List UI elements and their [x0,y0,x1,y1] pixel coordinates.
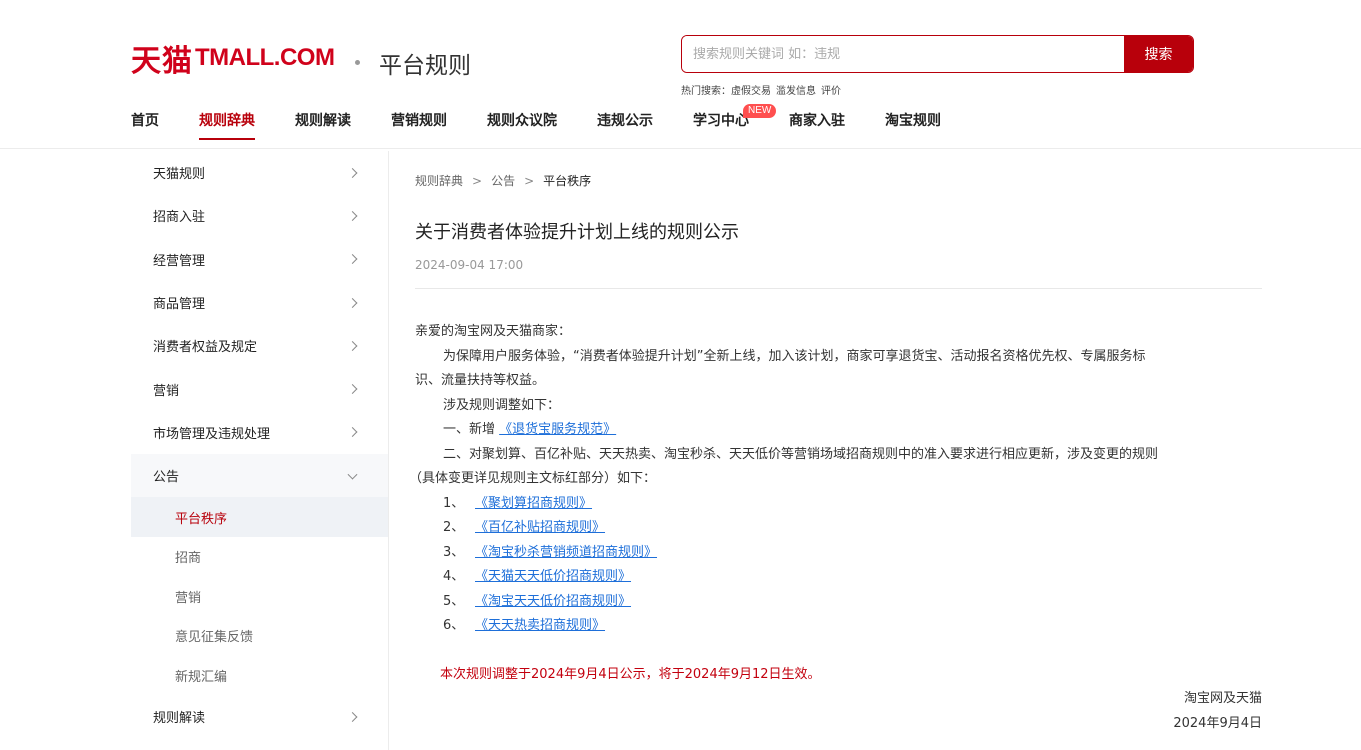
sidebar-item-label: 营销 [153,383,180,399]
paragraph-cont: 识、流量扶持等权益。 [415,373,546,388]
breadcrumb: 规则辞典 > 公告 > 平台秩序 [415,172,591,189]
sidebar-subitem-recruitment[interactable]: 招商 [131,537,388,577]
list-num: 1、 [443,495,465,511]
hot-term-3[interactable]: 评价 [821,86,841,97]
nav-rule-dictionary[interactable]: 规则辞典 [199,110,255,140]
list-num: 2、 [443,520,465,535]
search-button[interactable]: 搜索 [1124,36,1193,72]
sidebar-item-label: 招商入驻 [153,210,206,226]
juhuasuan-rule-link[interactable]: 《聚划算招商规则》 [475,496,592,511]
nav-violation-notice[interactable]: 违规公示 [597,110,653,140]
sidebar-item-marketing[interactable]: 营销 [131,367,388,410]
sidebar-subitem-marketing[interactable]: 营销 [131,576,388,616]
breadcrumb-separator: > [524,174,535,188]
nav-taobao-rules[interactable]: 淘宝规则 [885,110,941,140]
sidebar-item-label: 消费者权益及规定 [153,340,258,356]
signature-date: 2024年9月4日 [1173,715,1262,731]
hot-search: 热门搜索：虚假交易 滥发信息 评价 [681,82,846,97]
list-num: 3、 [443,544,465,560]
chevron-right-icon [347,210,358,221]
nav-learning-center[interactable]: 学习中心 NEW [693,104,777,140]
list-item: 4、 《天猫天天低价招商规则》 [415,565,1262,590]
nav-marketing-rules[interactable]: 营销规则 [391,110,447,140]
new-badge: NEW [743,104,777,118]
nav-rule-council[interactable]: 规则众议院 [487,110,557,140]
sidebar-item-product-management[interactable]: 商品管理 [131,281,388,324]
billion-subsidy-rule-link[interactable]: 《百亿补贴招商规则》 [475,520,605,535]
hot-term-1[interactable]: 虚假交易 [731,86,771,97]
sidebar-item-label: 商品管理 [153,297,206,313]
chevron-right-icon [347,427,358,438]
sidebar-item-label: 市场管理及违规处理 [153,426,271,442]
list-num: 6、 [443,618,465,633]
article-body: 亲爱的淘宝网及天猫商家： 为保障用户服务体验，“消费者体验提升计划”全新上线，加… [409,320,1262,736]
logo-cn-text: 天猫 [131,44,193,79]
sidebar-item-label: 公告 [153,470,180,486]
list-item: 2、 《百亿补贴招商规则》 [415,516,1262,541]
main-nav: 首页 规则辞典 规则解读 营销规则 规则众议院 违规公示 学习中心 NEW 商家… [131,104,981,142]
sidebar-item-rule-interpretation[interactable]: 规则解读 [131,695,388,738]
list-num: 4、 [443,569,465,584]
breadcrumb-separator: > [472,174,483,188]
chevron-right-icon [347,340,358,351]
chevron-right-icon [347,711,358,722]
article-title: 关于消费者体验提升计划上线的规则公示 [415,222,739,243]
chevron-right-icon [347,384,358,395]
list-item: 5、 《淘宝天天低价招商规则》 [415,590,1262,615]
sidebar-item-market-management[interactable]: 市场管理及违规处理 [131,411,388,454]
effective-notice: 本次规则调整于2024年9月4日公示，将于2024年9月12日生效。 [440,666,821,682]
greeting: 亲爱的淘宝网及天猫商家： [415,324,572,339]
breadcrumb-item[interactable]: 公告 [491,174,515,188]
sidebar-item-label: 天猫规则 [153,167,206,183]
divider [415,288,1262,289]
list-item: 3、 《淘宝秒杀营销频道招商规则》 [415,541,1262,566]
hot-search-label: 热门搜索： [681,86,731,97]
logo-separator-dot [355,60,360,65]
taobao-daily-low-price-rule-link[interactable]: 《淘宝天天低价招商规则》 [475,594,631,609]
list-num: 5、 [443,593,465,609]
sidebar-item-consumer-rights[interactable]: 消费者权益及规定 [131,324,388,367]
logo-en-text: TMALL.COM [195,44,335,71]
sidebar: 天猫规则 招商入驻 经营管理 商品管理 消费者权益及规定 营销 市场管理及违规处… [131,151,389,750]
page-header: 天猫 TMALL.COM 平台规则 搜索 热门搜索：虚假交易滥发信息评价 首页 … [0,0,1361,149]
nav-rule-interpretation[interactable]: 规则解读 [295,110,351,140]
item-two-cont: （具体变更详见规则主文标红部分）如下： [409,471,657,486]
sidebar-item-label: 经营管理 [153,253,206,269]
search-box: 搜索 [681,35,1194,73]
chevron-down-icon [347,469,358,480]
nav-learning-center-label: 学习中心 [693,113,749,129]
item-one-prefix: 一、新增 [443,422,500,437]
chevron-right-icon [347,167,358,178]
item-one: 一、新增 《退货宝服务规范》 [415,418,1262,443]
chevron-right-icon [347,254,358,265]
sidebar-subitem-platform-order[interactable]: 平台秩序 [131,497,388,537]
return-insurance-rule-link[interactable]: 《退货宝服务规范》 [499,422,616,437]
list-item: 1、 《聚划算招商规则》 [415,492,1262,517]
daily-hot-sale-rule-link[interactable]: 《天天热卖招商规则》 [475,618,605,633]
sidebar-subitem-feedback[interactable]: 意见征集反馈 [131,616,388,656]
nav-merchant-entry[interactable]: 商家入驻 [789,110,845,140]
taobao-flash-sale-rule-link[interactable]: 《淘宝秒杀营销频道招商规则》 [475,545,657,560]
breadcrumb-current: 平台秩序 [543,174,592,188]
signature-org: 淘宝网及天猫 [1183,691,1262,706]
chevron-right-icon [347,297,358,308]
paragraph: 为保障用户服务体验，“消费者体验提升计划”全新上线，加入该计划，商家可享退货宝、… [443,348,1146,364]
breadcrumb-item[interactable]: 规则辞典 [415,174,463,188]
search-input[interactable] [682,36,1124,72]
sidebar-item-announcements[interactable]: 公告 [131,454,388,498]
sidebar-item-tmall-rules[interactable]: 天猫规则 [131,151,388,194]
hot-term-2[interactable]: 滥发信息 [776,86,816,97]
sidebar-item-merchant-entry[interactable]: 招商入驻 [131,194,388,237]
paragraph: 涉及规则调整如下： [443,397,561,413]
article-date: 2024-09-04 17:00 [415,258,524,272]
sidebar-item-operations[interactable]: 经营管理 [131,238,388,281]
platform-rules-title: 平台规则 [379,53,471,79]
sidebar-item-label: 规则解读 [153,711,206,727]
list-item: 6、 《天天热卖招商规则》 [415,614,1262,639]
nav-home[interactable]: 首页 [131,110,159,140]
sidebar-subitem-new-rules[interactable]: 新规汇编 [131,655,388,695]
item-two: 二、对聚划算、百亿补贴、天天热卖、淘宝秒杀、天天低价等营销场域招商规则中的准入要… [443,446,1159,462]
tmall-daily-low-price-rule-link[interactable]: 《天猫天天低价招商规则》 [475,569,631,584]
tmall-logo[interactable]: 天猫 TMALL.COM 平台规则 [131,38,471,79]
